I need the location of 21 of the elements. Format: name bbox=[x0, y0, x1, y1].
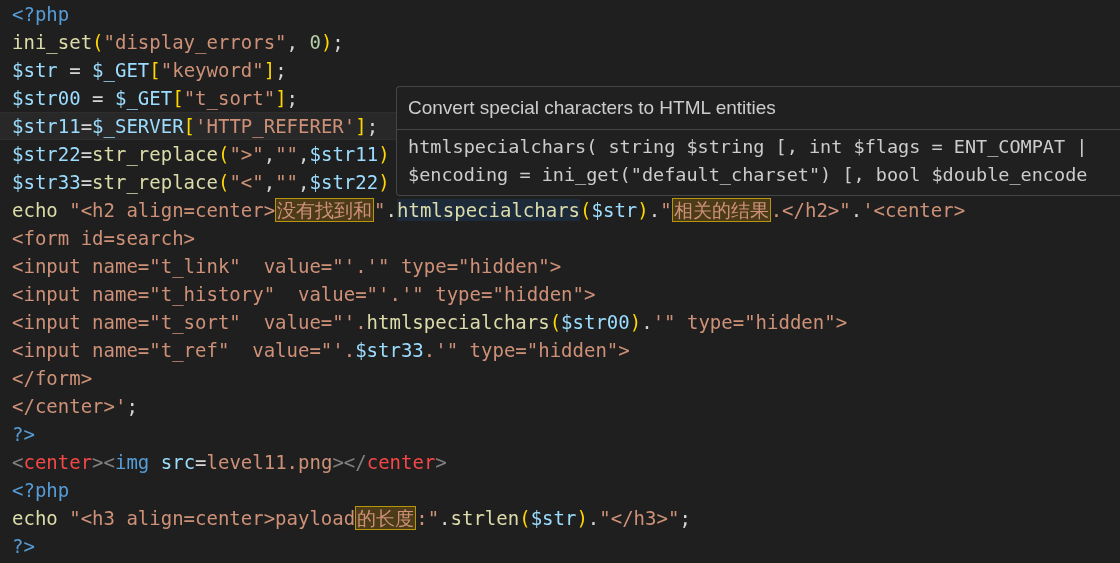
code-line: </form> bbox=[11, 366, 93, 391]
code-line: <?php bbox=[11, 478, 70, 503]
code-line: <input name="t_ref" value="'.$str33.'" type="hidden"> bbox=[11, 338, 630, 364]
function-signature: $encoding = ini_get("default_charset") [, bool $double_encode bbox=[408, 163, 1088, 187]
code-line: <input name="t_history" value="'.'" type="hidden"> bbox=[11, 282, 596, 308]
code-line: $str22=str_replace(">","",$str11) bbox=[11, 142, 390, 168]
code-line: <input name="t_link" value="'.'" type="hidden"> bbox=[11, 254, 562, 280]
code-line: $str = $_GET["keyword"]; bbox=[11, 58, 287, 84]
code-line: </center>'; bbox=[11, 394, 138, 419]
code-line: <input name="t_sort" value="'.htmlspecialchars($str00).'" type="hidden"> bbox=[11, 310, 848, 336]
code-line: ini_set("display_errors", 0); bbox=[11, 30, 344, 56]
code-line: echo "<h2 align=center>没有找到和".htmlspecialchars($str)."相关的结果.</h2>".'<center> bbox=[11, 197, 966, 224]
code-line: ?> bbox=[11, 534, 35, 559]
code-line: <?php bbox=[11, 2, 70, 27]
tooltip-description: Convert special characters to HTML entities bbox=[397, 87, 1120, 130]
code-line: ?> bbox=[11, 422, 35, 447]
code-line: $str33=str_replace("<","",$str22) bbox=[11, 170, 390, 196]
code-line: echo "<h3 align=center>payload 的长度:".strlen($str)."</h3>"; bbox=[11, 505, 691, 532]
code-line: $str00 = $_GET["t_sort"]; bbox=[11, 86, 299, 112]
code-line: <form id=search> bbox=[11, 226, 196, 251]
code-line: <center><img src=level11.png></center> bbox=[11, 450, 447, 475]
